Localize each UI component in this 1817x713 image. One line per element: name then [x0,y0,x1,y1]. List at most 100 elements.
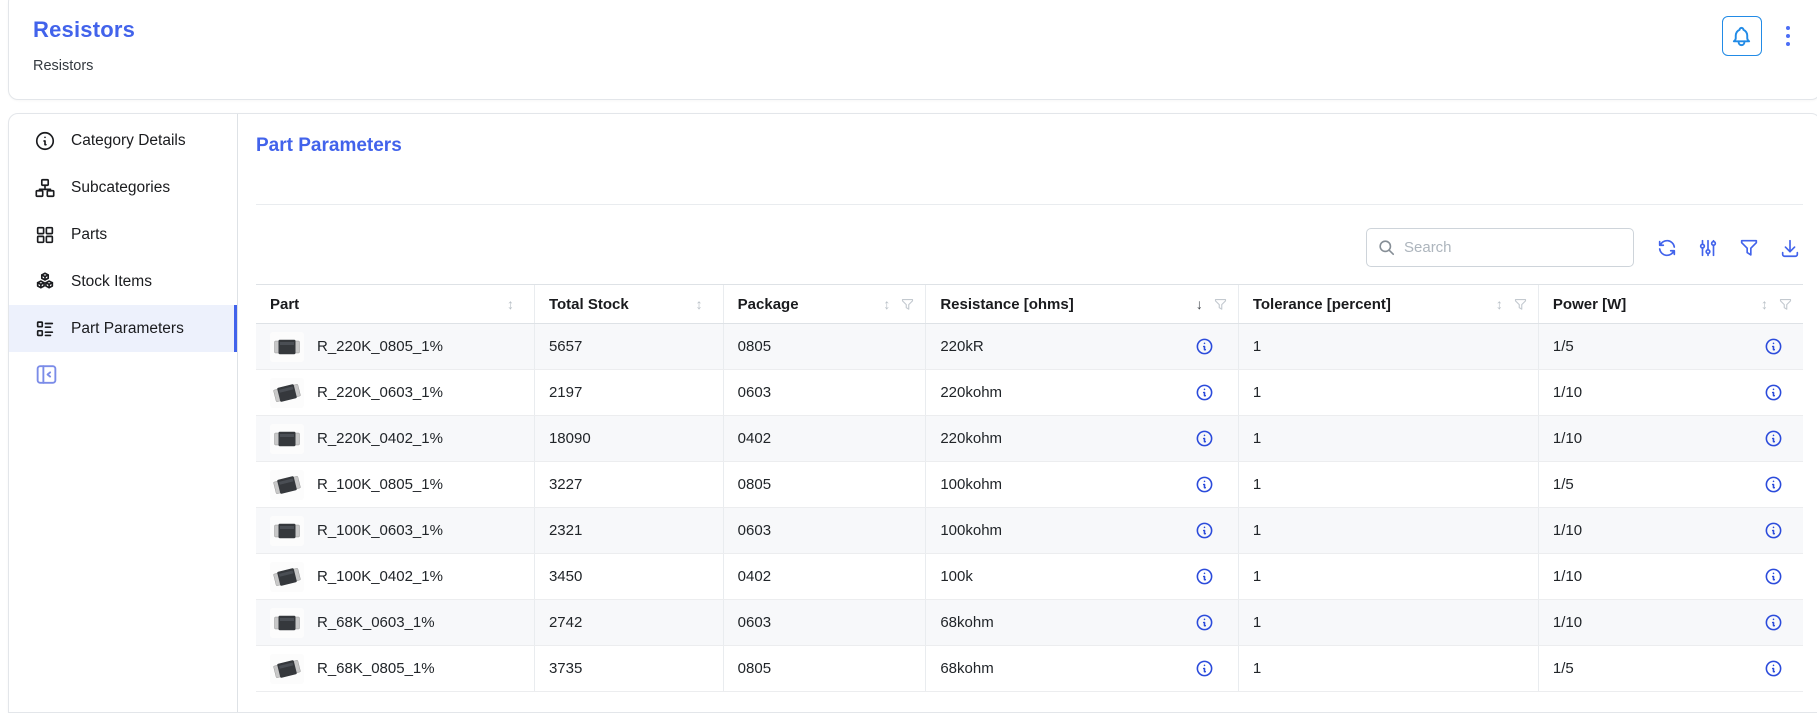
package-value: 0805 [723,324,926,370]
power-value: 1/10 [1553,614,1582,631]
table-row[interactable]: R_220K_0805_1% 5657 0805 220kR 1 1/5 [256,324,1803,370]
table-row[interactable]: R_68K_0603_1% 2742 0603 68kohm 1 1/10 [256,600,1803,646]
overflow-menu-button[interactable] [1782,20,1795,53]
part-name: R_100K_0402_1% [317,568,443,585]
power-value: 1/10 [1553,568,1582,585]
power-info-button[interactable] [1764,567,1783,586]
total-stock-value: 5657 [534,324,723,370]
sort-icon: ↕ [1496,296,1503,312]
table-row[interactable]: R_220K_0402_1% 18090 0402 220kohm 1 1/10 [256,416,1803,462]
power-info-button[interactable] [1764,337,1783,356]
resistance-info-button[interactable] [1195,383,1214,402]
tolerance-value: 1 [1238,370,1538,416]
package-value: 0603 [723,370,926,416]
sort-icon: ↕ [507,296,514,312]
sidebar-item-category-details[interactable]: Category Details [9,117,237,164]
sidebar-item-part-parameters[interactable]: Part Parameters [9,305,237,352]
power-value: 1/5 [1553,660,1574,677]
part-thumbnail [270,378,304,408]
table-row[interactable]: R_68K_0805_1% 3735 0805 68kohm 1 1/5 [256,646,1803,692]
column-header-resistance[interactable]: Resistance [ohms]↓ [926,285,1238,324]
info-circle-icon [1195,567,1214,586]
power-info-button[interactable] [1764,521,1783,540]
column-filter-icon[interactable] [1213,297,1228,312]
power-info-button[interactable] [1764,613,1783,632]
table-header-row: Part↕ Total Stock↕ Package↕ Resistance [… [256,285,1803,324]
part-name: R_220K_0603_1% [317,384,443,401]
table-row[interactable]: R_100K_0603_1% 2321 0603 100kohm 1 1/10 [256,508,1803,554]
sidebar-item-stock-items[interactable]: Stock Items [9,258,237,305]
total-stock-value: 18090 [534,416,723,462]
resistance-info-button[interactable] [1195,337,1214,356]
sort-desc-icon: ↓ [1196,296,1203,312]
refresh-button[interactable] [1654,235,1680,261]
info-circle-icon [34,130,56,152]
sidebar-item-subcategories[interactable]: Subcategories [9,164,237,211]
info-circle-icon [1764,659,1783,678]
sort-icon: ↕ [696,296,703,312]
table-options-button[interactable] [1695,235,1721,261]
sidebar-item-label: Stock Items [71,273,152,291]
column-header-power[interactable]: Power [W]↕ [1538,285,1803,324]
power-value: 1/5 [1553,476,1574,493]
resistance-value: 220kR [940,338,983,355]
resistance-info-button[interactable] [1195,567,1214,586]
category-panel: Category Details Subcategories Parts Sto… [8,113,1817,713]
sidebar-item-label: Part Parameters [71,320,184,338]
resistance-info-button[interactable] [1195,521,1214,540]
part-name: R_220K_0805_1% [317,338,443,355]
total-stock-value: 3735 [534,646,723,692]
total-stock-value: 2742 [534,600,723,646]
power-info-button[interactable] [1764,383,1783,402]
part-thumbnail [270,516,304,546]
info-circle-icon [1764,337,1783,356]
part-name: R_220K_0402_1% [317,430,443,447]
sitemap-icon [34,177,56,199]
power-value: 1/10 [1553,430,1582,447]
resistance-value: 220kohm [940,430,1002,447]
total-stock-value: 3227 [534,462,723,508]
resistance-info-button[interactable] [1195,475,1214,494]
breadcrumb-item[interactable]: Resistors [33,58,93,74]
table-row[interactable]: R_220K_0603_1% 2197 0603 220kohm 1 1/10 [256,370,1803,416]
part-name: R_100K_0805_1% [317,476,443,493]
column-header-stock[interactable]: Total Stock↕ [534,285,723,324]
resistance-info-button[interactable] [1195,613,1214,632]
bell-icon [1730,25,1753,48]
power-info-button[interactable] [1764,475,1783,494]
package-value: 0402 [723,416,926,462]
column-label: Resistance [ohms] [940,296,1195,313]
sort-icon: ↕ [883,296,890,312]
funnel-icon [1738,237,1760,259]
column-header-part[interactable]: Part↕ [256,285,534,324]
column-header-package[interactable]: Package↕ [723,285,926,324]
packages-icon [34,271,56,293]
search-input[interactable] [1404,239,1623,256]
tolerance-value: 1 [1238,508,1538,554]
sort-icon: ↕ [1761,296,1768,312]
table-row[interactable]: R_100K_0805_1% 3227 0805 100kohm 1 1/5 [256,462,1803,508]
header-actions [1722,16,1795,56]
info-circle-icon [1764,521,1783,540]
column-header-tolerance[interactable]: Tolerance [percent]↕ [1238,285,1538,324]
sidebar-item-parts[interactable]: Parts [9,211,237,258]
power-info-button[interactable] [1764,659,1783,678]
column-filter-icon[interactable] [900,297,915,312]
info-circle-icon [1764,567,1783,586]
collapse-sidebar-button[interactable] [34,362,59,387]
filter-button[interactable] [1736,235,1762,261]
column-filter-icon[interactable] [1778,297,1793,312]
list-details-icon [34,318,56,340]
grid-icon [34,224,56,246]
notifications-button[interactable] [1722,16,1762,56]
part-parameters-panel: Part Parameters Part↕ Total Stock↕ [238,114,1817,712]
column-filter-icon[interactable] [1513,297,1528,312]
part-thumbnail [270,470,304,500]
resistance-value: 68kohm [940,614,993,631]
table-row[interactable]: R_100K_0402_1% 3450 0402 100k 1 1/10 [256,554,1803,600]
download-button[interactable] [1777,235,1803,261]
resistance-info-button[interactable] [1195,429,1214,448]
power-info-button[interactable] [1764,429,1783,448]
info-circle-icon [1764,613,1783,632]
resistance-info-button[interactable] [1195,659,1214,678]
